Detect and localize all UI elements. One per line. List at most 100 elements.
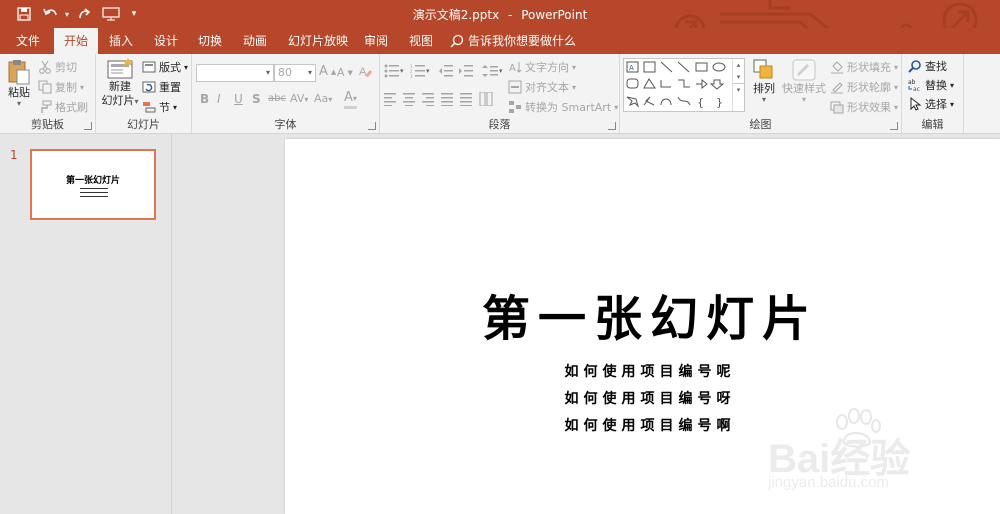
replace-button[interactable]: ab ac 替换 ▾	[908, 77, 954, 93]
ribbon-home: 粘贴 ▾ 剪切 复制 ▾ 格式刷 剪贴板 新建 幻灯片▾ 版式 ▾ 重置 节 ▾…	[0, 54, 1000, 134]
slide-thumbnail[interactable]: 第一张幻灯片	[30, 149, 156, 220]
text-shadow-button[interactable]: S	[252, 92, 261, 106]
shape-fill-button[interactable]: 形状填充 ▾	[830, 59, 898, 75]
paintbrush-icon	[41, 100, 52, 113]
shape-fill-dropdown-icon[interactable]: ▾	[894, 63, 898, 72]
svg-text:▾: ▾	[499, 67, 503, 75]
font-name-dropdown-icon[interactable]: ▾	[266, 65, 270, 81]
tab-review[interactable]: 审阅	[354, 28, 398, 54]
shapes-gallery[interactable]: A {} ▴ ▾ ▾	[623, 58, 745, 112]
font-name-combo[interactable]: ▾	[196, 64, 274, 82]
alignment-buttons-icon[interactable]	[384, 92, 502, 106]
arrange-dropdown-icon[interactable]: ▾	[762, 96, 766, 104]
editing-group: 查找 ab ac 替换 ▾ 选择 ▾ 编辑	[902, 54, 964, 134]
decrease-font-icon[interactable]: A ▼	[337, 66, 353, 79]
reset-button[interactable]: 重置	[142, 79, 181, 95]
tab-home[interactable]: 开始	[54, 28, 99, 54]
arrange-icon	[753, 59, 773, 79]
font-color-button[interactable]: A▾	[344, 91, 357, 109]
format-painter-button[interactable]: 格式刷	[38, 99, 88, 115]
shape-effects-button[interactable]: 形状效果 ▾	[830, 99, 898, 115]
svg-text:▾: ▾	[426, 67, 430, 75]
shape-fill-label: 形状填充	[847, 61, 891, 74]
strikethrough-button[interactable]: abc	[268, 93, 286, 104]
layout-label: 版式	[159, 61, 181, 74]
tab-insert[interactable]: 插入	[99, 28, 143, 54]
editing-group-label: 编辑	[921, 118, 944, 131]
font-group-label: 字体	[274, 118, 297, 131]
slide-body-line[interactable]: 如何使用项目编号呀	[285, 388, 1000, 408]
copy-button[interactable]: 复制 ▾	[38, 79, 84, 95]
numbering-icon[interactable]: 123▾	[410, 64, 432, 78]
arrange-label: 排列	[753, 82, 775, 95]
drawing-group: A {} ▴ ▾ ▾ 排列 ▾ 快速样式 ▾ 形状填充 ▾ 形状轮廓 ▾ 形状…	[620, 54, 902, 134]
drawing-launcher-icon[interactable]	[890, 122, 898, 130]
shape-effects-dropdown-icon[interactable]: ▾	[894, 103, 898, 112]
replace-dropdown-icon[interactable]: ▾	[950, 81, 954, 90]
copy-dropdown-icon[interactable]: ▾	[80, 83, 84, 92]
shape-outline-button[interactable]: 形状轮廓 ▾	[830, 79, 898, 95]
italic-button[interactable]: I	[217, 92, 221, 106]
lightbulb-search-icon	[450, 34, 464, 48]
paste-dropdown-icon[interactable]: ▾	[17, 100, 21, 108]
pen-icon	[831, 82, 843, 94]
character-spacing-button[interactable]: AV▾	[290, 92, 308, 105]
layout-dropdown-icon[interactable]: ▾	[184, 63, 188, 72]
new-slide-button[interactable]: 新建 幻灯片▾	[100, 58, 140, 109]
section-dropdown-icon[interactable]: ▾	[173, 103, 177, 112]
arrange-button[interactable]: 排列 ▾	[750, 58, 778, 104]
select-button[interactable]: 选择 ▾	[908, 96, 954, 112]
tab-file[interactable]: 文件	[6, 28, 50, 54]
watermark-url: jingyan.baidu.com	[768, 474, 889, 491]
text-direction-dropdown-icon[interactable]: ▾	[572, 63, 576, 72]
align-text-dropdown-icon[interactable]: ▾	[572, 83, 576, 92]
text-direction-icon: A	[509, 62, 522, 74]
text-direction-label: 文字方向	[525, 61, 569, 74]
smartart-dropdown-icon[interactable]: ▾	[614, 103, 618, 112]
slide-body-line[interactable]: 如何使用项目编号呢	[285, 361, 1000, 381]
decrease-indent-icon[interactable]	[438, 64, 454, 78]
tell-me-box[interactable]: 告诉我你想要做什么	[450, 28, 576, 54]
title-separator: -	[508, 8, 513, 22]
drawing-group-label: 绘图	[749, 118, 772, 131]
cut-button[interactable]: 剪切	[38, 59, 77, 75]
align-text-button[interactable]: 对齐文本 ▾	[508, 79, 576, 95]
tab-design[interactable]: 设计	[144, 28, 188, 54]
quick-styles-dropdown-icon[interactable]: ▾	[802, 96, 806, 104]
tab-animations[interactable]: 动画	[233, 28, 277, 54]
tab-view[interactable]: 视图	[399, 28, 443, 54]
layout-button[interactable]: 版式 ▾	[142, 59, 188, 75]
text-direction-button[interactable]: A 文字方向 ▾	[508, 59, 576, 75]
quick-styles-button[interactable]: 快速样式 ▾	[782, 58, 826, 104]
tab-transitions[interactable]: 切换	[188, 28, 232, 54]
slides-group: 新建 幻灯片▾ 版式 ▾ 重置 节 ▾ 幻灯片	[96, 54, 192, 134]
bold-button[interactable]: B	[200, 92, 209, 106]
new-slide-icon	[107, 58, 133, 79]
clipboard-launcher-icon[interactable]	[84, 122, 92, 130]
line-spacing-icon[interactable]: ▾	[482, 64, 504, 78]
underline-button[interactable]: U	[234, 92, 243, 106]
reset-label: 重置	[159, 81, 181, 94]
paragraph-launcher-icon[interactable]	[608, 122, 616, 130]
paste-button[interactable]: 粘贴 ▾	[4, 58, 34, 108]
shape-outline-dropdown-icon[interactable]: ▾	[894, 83, 898, 92]
tab-slideshow[interactable]: 幻灯片放映	[278, 28, 358, 54]
shapes-scrollbar[interactable]: ▴ ▾ ▾	[732, 59, 744, 111]
change-case-button[interactable]: Aa▾	[314, 92, 332, 105]
thumbnail-line	[80, 196, 108, 197]
find-button[interactable]: 查找	[908, 58, 947, 74]
section-button[interactable]: 节 ▾	[142, 99, 177, 115]
document-title: 演示文稿2.pptx	[412, 8, 500, 22]
increase-font-icon[interactable]: A ▲	[319, 64, 336, 79]
increase-indent-icon[interactable]	[458, 64, 474, 78]
select-dropdown-icon[interactable]: ▾	[950, 100, 954, 109]
font-launcher-icon[interactable]	[368, 122, 376, 130]
bullets-icon[interactable]: ▾	[384, 64, 406, 78]
copy-label: 复制	[55, 81, 77, 94]
font-size-combo[interactable]: 80 ▾	[274, 64, 316, 82]
slide-title[interactable]: 第一张幻灯片	[285, 279, 1000, 349]
font-size-dropdown-icon[interactable]: ▾	[308, 65, 312, 81]
clear-formatting-icon[interactable]: A	[358, 64, 372, 78]
convert-smartart-button[interactable]: 转换为 SmartArt ▾	[508, 99, 618, 115]
svg-text:ab: ab	[908, 79, 916, 86]
